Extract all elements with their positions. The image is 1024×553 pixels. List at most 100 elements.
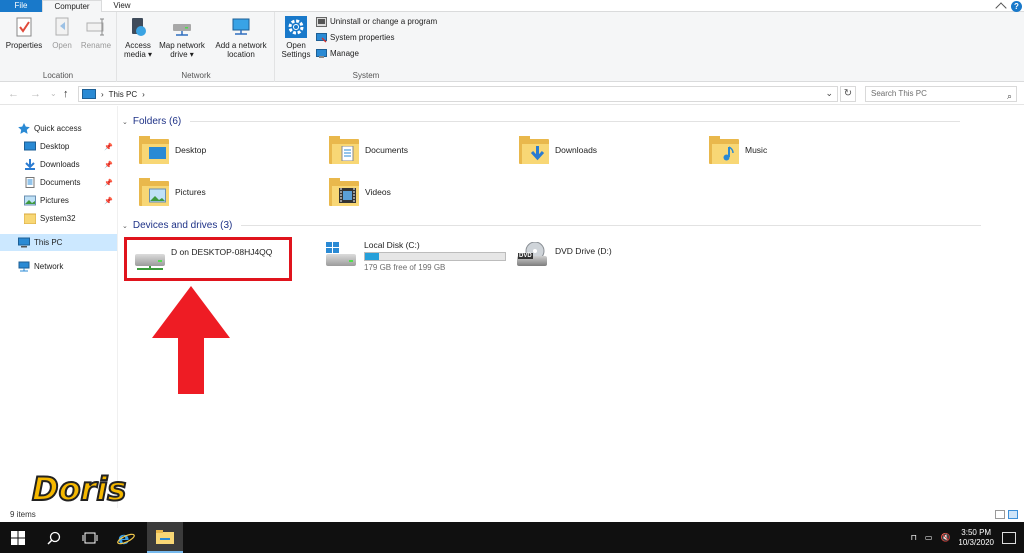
search-icon bbox=[47, 531, 61, 545]
tab-computer[interactable]: Computer bbox=[42, 0, 102, 12]
sidebar-item-label: Pictures bbox=[40, 196, 69, 205]
ribbon-tabs: File Computer View ? bbox=[0, 0, 1024, 14]
file-explorer-button[interactable] bbox=[147, 522, 183, 553]
system-properties-icon bbox=[316, 33, 327, 43]
system-group-label: System bbox=[352, 71, 380, 80]
up-arrow-icon[interactable]: ↑ bbox=[63, 88, 69, 100]
back-arrow-icon[interactable]: ← bbox=[8, 88, 19, 100]
pin-icon: 📌 bbox=[104, 179, 113, 187]
tab-file[interactable]: File bbox=[0, 0, 42, 12]
internet-explorer-button[interactable]: e bbox=[108, 522, 144, 553]
sidebar-item-desktop[interactable]: Desktop 📌 bbox=[0, 138, 117, 155]
rename-label: Rename bbox=[80, 41, 112, 50]
map-network-drive-label: Map network drive ▾ bbox=[159, 41, 205, 59]
taskbar: e ⊓ ▭ 🔇 3:50 PM 10/3/2020 bbox=[0, 522, 1024, 553]
system-properties-button[interactable]: System properties bbox=[316, 33, 394, 43]
open-button[interactable]: Open bbox=[47, 16, 77, 50]
dvd-drive-item[interactable]: DVD DVD Drive (D:) bbox=[515, 242, 612, 268]
folder-label: Videos bbox=[365, 187, 391, 197]
sidebar-item-downloads[interactable]: Downloads 📌 bbox=[0, 156, 117, 173]
sidebar-item-network[interactable]: Network bbox=[0, 258, 117, 275]
recent-locations-chevron-icon[interactable]: ⌄ bbox=[50, 89, 57, 98]
sidebar-item-label: System32 bbox=[40, 214, 76, 223]
start-button[interactable] bbox=[0, 522, 36, 553]
dvd-drive-label: DVD Drive (D:) bbox=[555, 246, 612, 256]
item-count: 9 items bbox=[10, 510, 36, 519]
sidebar-item-label: Downloads bbox=[40, 160, 80, 169]
dvd-badge: DVD bbox=[518, 253, 533, 259]
location-group: Properties Open Rename Location bbox=[0, 12, 117, 82]
svg-text:Doris: Doris bbox=[32, 470, 126, 508]
pin-icon: 📌 bbox=[104, 143, 113, 151]
folders-section-header[interactable]: ⌄ Folders (6) bbox=[122, 116, 961, 127]
network-group-label: Network bbox=[181, 71, 211, 80]
gear-icon bbox=[285, 16, 307, 38]
sidebar-item-pictures[interactable]: Pictures 📌 bbox=[0, 192, 117, 209]
details-view-button[interactable] bbox=[995, 510, 1005, 519]
map-network-drive-button[interactable]: Map network drive ▾ bbox=[154, 16, 210, 59]
dvd-drive-icon: DVD bbox=[515, 242, 549, 268]
folder-desktop[interactable]: Desktop bbox=[139, 136, 206, 164]
usage-bar-fill bbox=[365, 253, 379, 260]
music-folder-icon bbox=[709, 136, 739, 164]
ribbon: Properties Open Rename Location Access m… bbox=[0, 12, 1024, 82]
sidebar-item-documents[interactable]: Documents 📌 bbox=[0, 174, 117, 191]
system-group: Open Settings Uninstall or change a prog… bbox=[276, 12, 456, 82]
task-view-button[interactable] bbox=[72, 522, 108, 553]
rename-button[interactable]: Rename bbox=[79, 16, 113, 50]
clock-date: 10/3/2020 bbox=[958, 537, 994, 547]
notification-icon[interactable] bbox=[1002, 531, 1016, 544]
clock[interactable]: 3:50 PM 10/3/2020 bbox=[958, 528, 994, 548]
folder-pictures[interactable]: Pictures bbox=[139, 178, 206, 206]
network-group: Access media ▾ Map network drive ▾ Add a… bbox=[118, 12, 275, 82]
videos-folder-icon bbox=[329, 178, 359, 206]
computer-icon bbox=[18, 237, 30, 248]
doris-logo: Doris bbox=[31, 469, 127, 508]
folder-downloads[interactable]: Downloads bbox=[519, 136, 597, 164]
refresh-button[interactable]: ↻ bbox=[840, 86, 856, 102]
search-taskbar-button[interactable] bbox=[36, 522, 72, 553]
task-view-icon bbox=[82, 532, 98, 543]
this-pc-label: This PC bbox=[34, 238, 63, 247]
network-drive-icon bbox=[171, 16, 193, 38]
volume-muted-icon[interactable]: 🔇 bbox=[940, 533, 950, 542]
folder-documents[interactable]: Documents bbox=[329, 136, 408, 164]
sidebar-item-this-pc[interactable]: This PC bbox=[0, 234, 117, 251]
this-pc-icon bbox=[82, 89, 96, 99]
folder-videos[interactable]: Videos bbox=[329, 178, 391, 206]
large-icons-view-button[interactable] bbox=[1008, 510, 1018, 519]
tab-view[interactable]: View bbox=[106, 0, 138, 12]
add-network-location-label: Add a network location bbox=[215, 41, 267, 59]
access-media-button[interactable]: Access media ▾ bbox=[121, 16, 155, 59]
open-label: Open bbox=[52, 41, 72, 50]
sidebar-item-quick-access[interactable]: Quick access bbox=[0, 120, 117, 137]
drives-section-header[interactable]: ⌄ Devices and drives (3) bbox=[122, 220, 982, 231]
desktop-icon bbox=[24, 141, 36, 152]
document-icon bbox=[24, 177, 36, 188]
picture-icon bbox=[24, 195, 36, 206]
search-input[interactable]: Search This PC ⌕ bbox=[865, 86, 1017, 102]
forward-arrow-icon[interactable]: → bbox=[30, 88, 41, 100]
internet-explorer-icon: e bbox=[117, 529, 135, 547]
sidebar-item-system32[interactable]: System32 bbox=[0, 210, 117, 227]
add-network-location-button[interactable]: Add a network location bbox=[210, 16, 272, 59]
address-bar[interactable]: › This PC › ⌄ bbox=[78, 86, 838, 102]
network-tray-icon[interactable]: ▭ bbox=[925, 533, 933, 542]
documents-folder-icon bbox=[329, 136, 359, 164]
folder-music[interactable]: Music bbox=[709, 136, 767, 164]
uninstall-program-button[interactable]: Uninstall or change a program bbox=[316, 17, 437, 27]
section-divider bbox=[190, 121, 961, 122]
local-disk-item[interactable]: Local Disk (C:) 179 GB free of 199 GB bbox=[324, 240, 506, 272]
red-arrow-icon bbox=[152, 286, 230, 394]
help-icon[interactable]: ? bbox=[1011, 0, 1022, 12]
manage-button[interactable]: Manage bbox=[316, 49, 359, 59]
address-separator: › bbox=[101, 89, 104, 99]
quick-access-label: Quick access bbox=[34, 124, 82, 133]
open-settings-button[interactable]: Open Settings bbox=[278, 16, 314, 59]
address-dropdown-chevron-icon[interactable]: ⌄ bbox=[825, 88, 833, 99]
properties-button[interactable]: Properties bbox=[4, 16, 44, 50]
local-disk-usage-bar bbox=[364, 252, 506, 261]
system-tray: ⊓ ▭ 🔇 3:50 PM 10/3/2020 bbox=[911, 522, 1024, 553]
usb-icon[interactable]: ⊓ bbox=[911, 533, 917, 542]
folder-label: Pictures bbox=[175, 187, 206, 197]
